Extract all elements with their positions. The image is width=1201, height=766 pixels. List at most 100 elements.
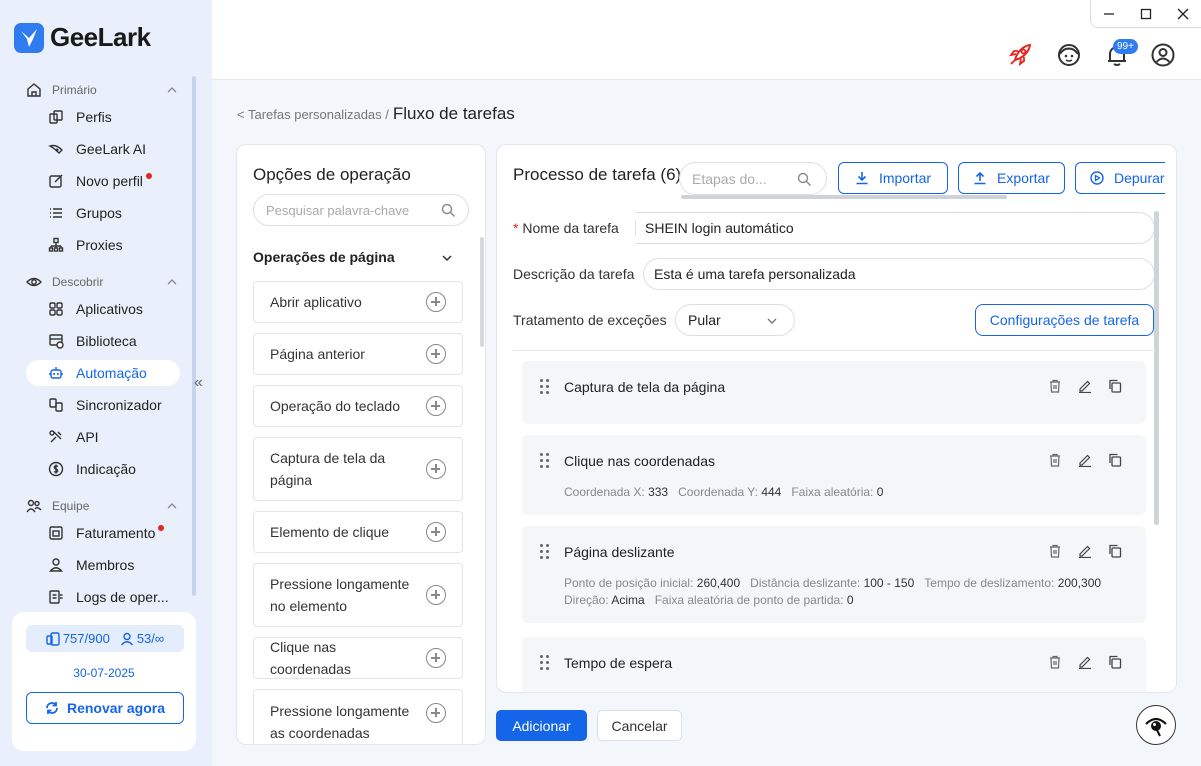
operation-item[interactable]: Captura de tela da página (253, 437, 463, 501)
sidebar-item-0-0[interactable]: Perfis (26, 104, 180, 130)
sidebar-item-4-0[interactable]: Proxies (26, 232, 180, 258)
rocket-icon[interactable] (1007, 42, 1033, 68)
notification-badge: 99+ (1113, 39, 1138, 54)
step-card[interactable]: Página deslizante Ponto de posição inicia… (522, 526, 1146, 623)
delete-icon[interactable] (1048, 379, 1062, 393)
chevron-down-icon (767, 318, 777, 324)
export-label: Exportar (997, 170, 1050, 186)
meta-key: Coordenada X: (564, 485, 645, 499)
sidebar-item-1-1[interactable]: Biblioteca (26, 328, 180, 354)
sidebar-item-2-1[interactable]: Automação (26, 360, 180, 386)
task-description-input[interactable]: Esta é uma tarefa personalizada (643, 258, 1155, 290)
step-title: Clique nas coordenadas (564, 453, 715, 469)
app-logo[interactable]: GeeLark (14, 22, 151, 53)
edit-icon[interactable] (1078, 453, 1092, 467)
delete-icon[interactable] (1048, 453, 1062, 467)
step-card[interactable]: Captura de tela da página (522, 361, 1146, 424)
step-title: Captura de tela da página (564, 379, 726, 395)
add-button[interactable]: Adicionar (496, 710, 587, 741)
section-1[interactable]: Descobrir (26, 272, 178, 292)
profile-quota-value: 757/900 (62, 631, 110, 646)
operation-item[interactable]: Pressione longamente as coordenadas (253, 689, 463, 744)
section-0[interactable]: Primário (26, 80, 178, 100)
add-circle-icon[interactable] (426, 585, 446, 605)
toolbar-scrollbar[interactable] (681, 195, 1007, 199)
drag-handle-icon[interactable] (540, 655, 550, 671)
assistant-button[interactable] (1136, 705, 1176, 745)
edit-icon[interactable] (1078, 655, 1092, 669)
steps-scrollbar[interactable] (1154, 211, 1159, 525)
exception-handling-select[interactable]: Pular (675, 304, 795, 336)
delete-icon[interactable] (1048, 544, 1062, 558)
collapse-sidebar-icon[interactable]: « (194, 374, 203, 392)
export-button[interactable]: Exportar (958, 162, 1065, 194)
sidebar-item-0-2[interactable]: Faturamento (26, 520, 180, 546)
minimize-icon[interactable] (1103, 8, 1115, 20)
add-circle-icon[interactable] (426, 344, 446, 364)
add-circle-icon[interactable] (426, 703, 446, 723)
sidebar-scrollbar[interactable] (192, 76, 196, 596)
add-circle-icon[interactable] (426, 522, 446, 542)
sidebar-item-3-0[interactable]: Grupos (26, 200, 180, 226)
add-circle-icon[interactable] (426, 459, 446, 479)
sidebar-item-4-1[interactable]: API (26, 424, 180, 450)
drag-handle-icon[interactable] (540, 544, 550, 560)
sidebar-item-1-0[interactable]: GeeLark AI (26, 136, 180, 162)
steps-search-input[interactable]: Etapas do... (679, 162, 827, 195)
operations-search-input[interactable]: Pesquisar palavra-chave (253, 194, 469, 226)
operation-item[interactable]: Abrir aplicativo (253, 281, 463, 323)
edit-icon[interactable] (1078, 379, 1092, 393)
account-icon[interactable] (1150, 42, 1176, 68)
debug-button[interactable]: Depurar (1075, 162, 1165, 194)
member-icon (48, 558, 64, 572)
operation-item[interactable]: Clique nas coordenadas (253, 637, 463, 679)
operation-label: Abrir aplicativo (270, 294, 362, 310)
delete-icon[interactable] (1048, 655, 1062, 669)
sidebar-item-0-1[interactable]: Aplicativos (26, 296, 180, 322)
section-2[interactable]: Equipe (26, 496, 178, 516)
drag-handle-icon[interactable] (540, 379, 550, 395)
operation-item[interactable]: Elemento de clique (253, 511, 463, 553)
drag-handle-icon[interactable] (540, 453, 550, 469)
page-operations-group[interactable]: Operações de página (253, 249, 453, 265)
exception-value: Pular (688, 312, 721, 328)
add-circle-icon[interactable] (426, 648, 446, 668)
task-config-button[interactable]: Configurações de tarefa (975, 304, 1154, 336)
apps-icon (49, 302, 63, 316)
ai-icon (48, 144, 63, 154)
top-bar (212, 0, 1201, 80)
operation-item[interactable]: Pressione longamente no elemento (253, 563, 463, 627)
breadcrumb-parent-link[interactable]: < Tarefas personalizadas / (237, 107, 389, 122)
expiry-date: 30-07-2025 (73, 666, 135, 680)
chevron-down-icon (442, 255, 452, 262)
add-circle-icon[interactable] (426, 292, 446, 312)
operations-scrollbar[interactable] (480, 237, 484, 347)
copy-icon[interactable] (1108, 453, 1122, 467)
renew-button[interactable]: Renovar agora (26, 692, 184, 724)
close-icon[interactable] (1177, 8, 1189, 20)
sidebar-item-2-0[interactable]: Novo perfil (26, 168, 180, 194)
import-button[interactable]: Importar (838, 162, 948, 194)
step-card[interactable]: Tempo de espera (522, 637, 1146, 692)
download-icon (856, 172, 868, 185)
copy-icon[interactable] (1108, 379, 1122, 393)
network-icon (48, 237, 64, 252)
sidebar-item-3-1[interactable]: Sincronizador (26, 392, 180, 418)
sidebar-item-5-1[interactable]: Indicação (26, 456, 180, 482)
operation-item[interactable]: Página anterior (253, 333, 463, 375)
edit-icon[interactable] (1078, 544, 1092, 558)
task-name-input[interactable]: SHEIN login automático (635, 212, 1155, 244)
sidebar-item-2-2[interactable]: Logs de oper... (26, 584, 180, 610)
support-agent-icon[interactable] (1056, 42, 1082, 68)
maximize-icon[interactable] (1140, 8, 1152, 20)
operation-item[interactable]: Operação do teclado (253, 385, 463, 427)
copy-icon[interactable] (1108, 655, 1122, 669)
cancel-button[interactable]: Cancelar (597, 710, 682, 741)
add-circle-icon[interactable] (426, 396, 446, 416)
copy-icon[interactable] (1108, 544, 1122, 558)
meta-value: 100 - 150 (863, 576, 915, 590)
sidebar-item-label: Automação (76, 365, 147, 381)
sidebar-item-1-2[interactable]: Membros (26, 552, 180, 578)
play-circle-icon (1090, 171, 1104, 185)
step-card[interactable]: Clique nas coordenadas Coordenada X: 333 C… (522, 435, 1146, 515)
